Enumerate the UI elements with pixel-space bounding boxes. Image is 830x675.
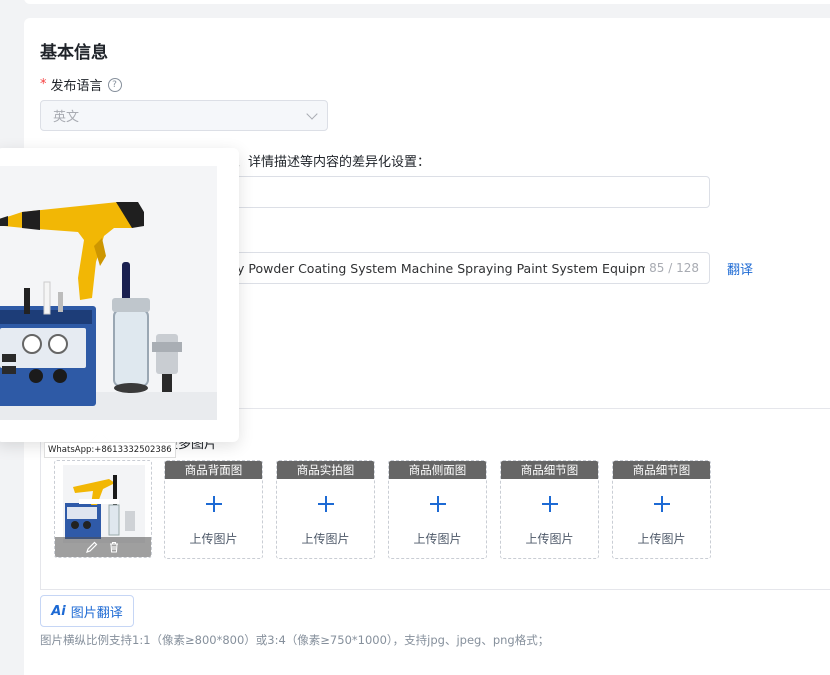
chevron-down-icon (306, 108, 318, 120)
main-image-thumbnail (63, 465, 145, 543)
upload-label: 上传图片 (637, 532, 686, 546)
required-mark: * (40, 77, 47, 92)
language-select[interactable]: 英文 (40, 100, 328, 131)
title-input[interactable]: y Powder Coating System Machine Spraying… (230, 252, 710, 284)
upload-slot-back[interactable]: 商品背面图 上传图片 (164, 460, 263, 559)
help-icon[interactable]: ? (107, 77, 122, 92)
image-preview-popover: WhatsApp:+8613332502386 (0, 148, 239, 458)
plus-icon (654, 496, 670, 512)
translate-link[interactable]: 翻译 (727, 259, 753, 278)
language-label-text: 发布语言 (50, 79, 103, 94)
plus-icon (318, 496, 334, 512)
edit-icon[interactable] (85, 540, 99, 554)
main-image-actions (55, 537, 151, 557)
upload-slot-real[interactable]: 商品实拍图 上传图片 (276, 460, 375, 559)
image-translate-label: 图片翻译 (70, 605, 123, 621)
upload-label: 上传图片 (525, 532, 574, 546)
trash-icon[interactable] (107, 540, 121, 554)
main-image[interactable] (54, 460, 152, 558)
plus-icon (430, 496, 446, 512)
plus-icon (542, 496, 558, 512)
slot-label: 商品细节图 (501, 461, 598, 479)
upload-label: 上传图片 (413, 532, 462, 546)
format-hint: 图片横纵比例支持1:1（像素≥800*800）或3:4（像素≥750*1000）… (40, 633, 550, 647)
slot-label: 商品侧面图 (389, 461, 486, 479)
text-input[interactable] (230, 176, 710, 208)
language-label: * 发布语言 ? (40, 75, 122, 94)
watermark-text: WhatsApp:+8613332502386 (44, 442, 176, 458)
slot-label: 商品细节图 (613, 461, 710, 479)
plus-icon (206, 496, 222, 512)
title-input-value: y Powder Coating System Machine Spraying… (237, 261, 645, 276)
ai-icon: Ai (51, 603, 66, 619)
top-card (24, 0, 830, 4)
upload-label: 上传图片 (189, 532, 238, 546)
language-select-value: 英文 (53, 110, 80, 125)
upload-slot-detail-2[interactable]: 商品细节图 上传图片 (612, 460, 711, 559)
section-title: 基本信息 (40, 43, 108, 63)
product-preview-image (0, 166, 217, 420)
slot-label: 商品实拍图 (277, 461, 374, 479)
slot-label: 商品背面图 (165, 461, 262, 479)
image-translate-button[interactable]: Ai 图片翻译 (40, 595, 134, 627)
description-note: 、详情描述等内容的差异化设置： (235, 155, 431, 170)
upload-label: 上传图片 (301, 532, 350, 546)
char-count: 85 / 128 (649, 261, 699, 275)
upload-slot-detail-1[interactable]: 商品细节图 上传图片 (500, 460, 599, 559)
upload-slot-side[interactable]: 商品侧面图 上传图片 (388, 460, 487, 559)
